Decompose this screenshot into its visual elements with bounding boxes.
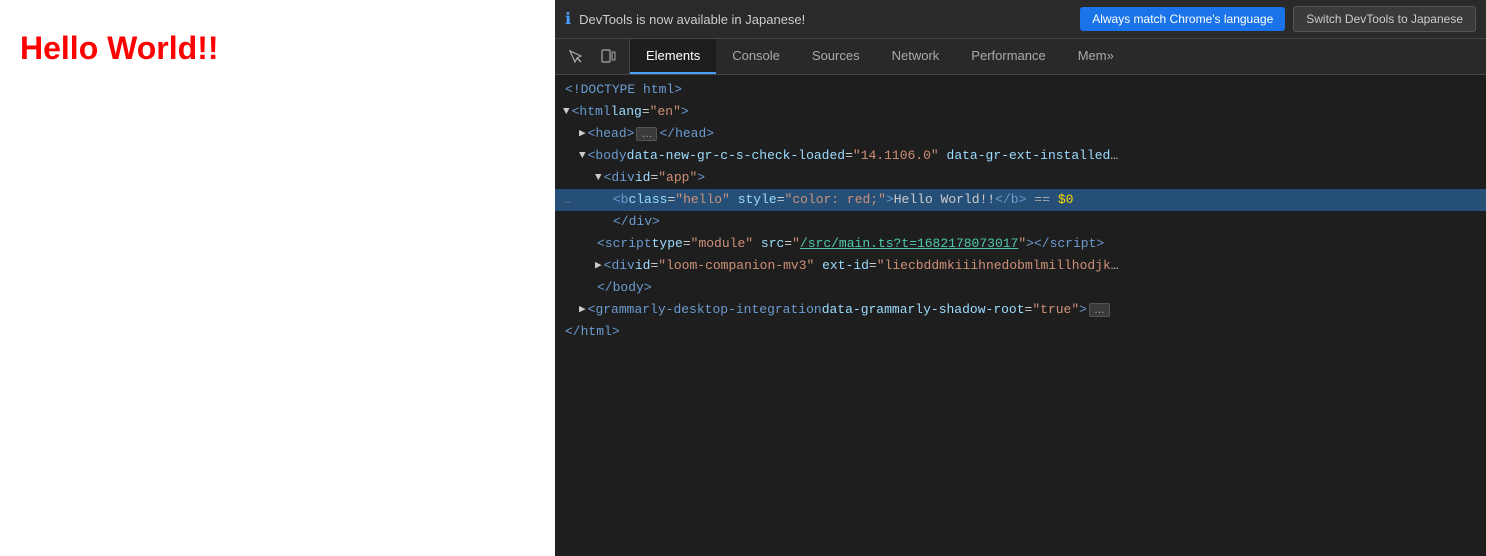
doctype-line: <!DOCTYPE html>	[555, 79, 1486, 101]
script-line: <script type="module" src="/src/main.ts?…	[555, 233, 1486, 255]
div-loom-line: <div id="loom-companion-mv3" ext-id="lie…	[555, 255, 1486, 277]
page-content: Hello World!!	[0, 0, 555, 556]
tab-network-label: Network	[892, 48, 940, 63]
grammarly-line: <grammarly-desktop-integration data-gram…	[555, 299, 1486, 321]
tab-console[interactable]: Console	[716, 39, 796, 74]
device-toolbar-icon[interactable]	[595, 44, 621, 70]
devtools-panel: ℹ DevTools is now available in Japanese!…	[555, 0, 1486, 556]
triangle-html[interactable]	[563, 102, 570, 122]
body-open-line: <body data-new-gr-c-s-check-loaded="14.1…	[555, 145, 1486, 167]
switch-language-button[interactable]: Switch DevTools to Japanese	[1293, 6, 1476, 32]
div-app-line: <div id="app">	[555, 167, 1486, 189]
tab-sources-label: Sources	[812, 48, 860, 63]
tab-elements-label: Elements	[646, 48, 700, 63]
triangle-body[interactable]	[579, 146, 586, 166]
triangle-head[interactable]	[579, 124, 586, 144]
devtools-tabs-bar: Elements Console Sources Network Perform…	[555, 39, 1486, 75]
triangle-grammarly[interactable]	[579, 300, 586, 320]
tab-sources[interactable]: Sources	[796, 39, 876, 74]
triangle-loom[interactable]	[595, 256, 602, 276]
html-open-line: <html lang="en">	[555, 101, 1486, 123]
html-close-line: </html>	[555, 321, 1486, 343]
hello-world-text: Hello World!!	[20, 30, 219, 67]
notification-bar: ℹ DevTools is now available in Japanese!…	[555, 0, 1486, 39]
triangle-div-app[interactable]	[595, 168, 602, 188]
notification-text: DevTools is now available in Japanese!	[579, 12, 1072, 27]
tab-network[interactable]: Network	[876, 39, 956, 74]
info-icon: ℹ	[565, 9, 571, 29]
tab-more[interactable]: Mem»	[1062, 39, 1130, 74]
head-ellipsis[interactable]: …	[636, 127, 657, 141]
match-language-button[interactable]: Always match Chrome's language	[1080, 7, 1285, 31]
div-close-line: </div>	[555, 211, 1486, 233]
head-line: <head> … </head>	[555, 123, 1486, 145]
tab-console-label: Console	[732, 48, 780, 63]
tab-elements[interactable]: Elements	[630, 39, 716, 74]
inspect-element-icon[interactable]	[563, 44, 589, 70]
b-hello-line[interactable]: … <b class="hello" style="color: red;">H…	[555, 189, 1486, 211]
body-close-line: </body>	[555, 277, 1486, 299]
tab-performance-label: Performance	[971, 48, 1045, 63]
script-src-link[interactable]: /src/main.ts?t=1682178073017	[800, 234, 1018, 254]
tab-icon-area	[555, 39, 630, 74]
grammarly-ellipsis[interactable]: …	[1089, 303, 1110, 317]
tab-performance[interactable]: Performance	[955, 39, 1061, 74]
tab-more-label: Mem»	[1078, 48, 1114, 63]
elements-panel-code: <!DOCTYPE html> <html lang="en"> <head> …	[555, 75, 1486, 556]
